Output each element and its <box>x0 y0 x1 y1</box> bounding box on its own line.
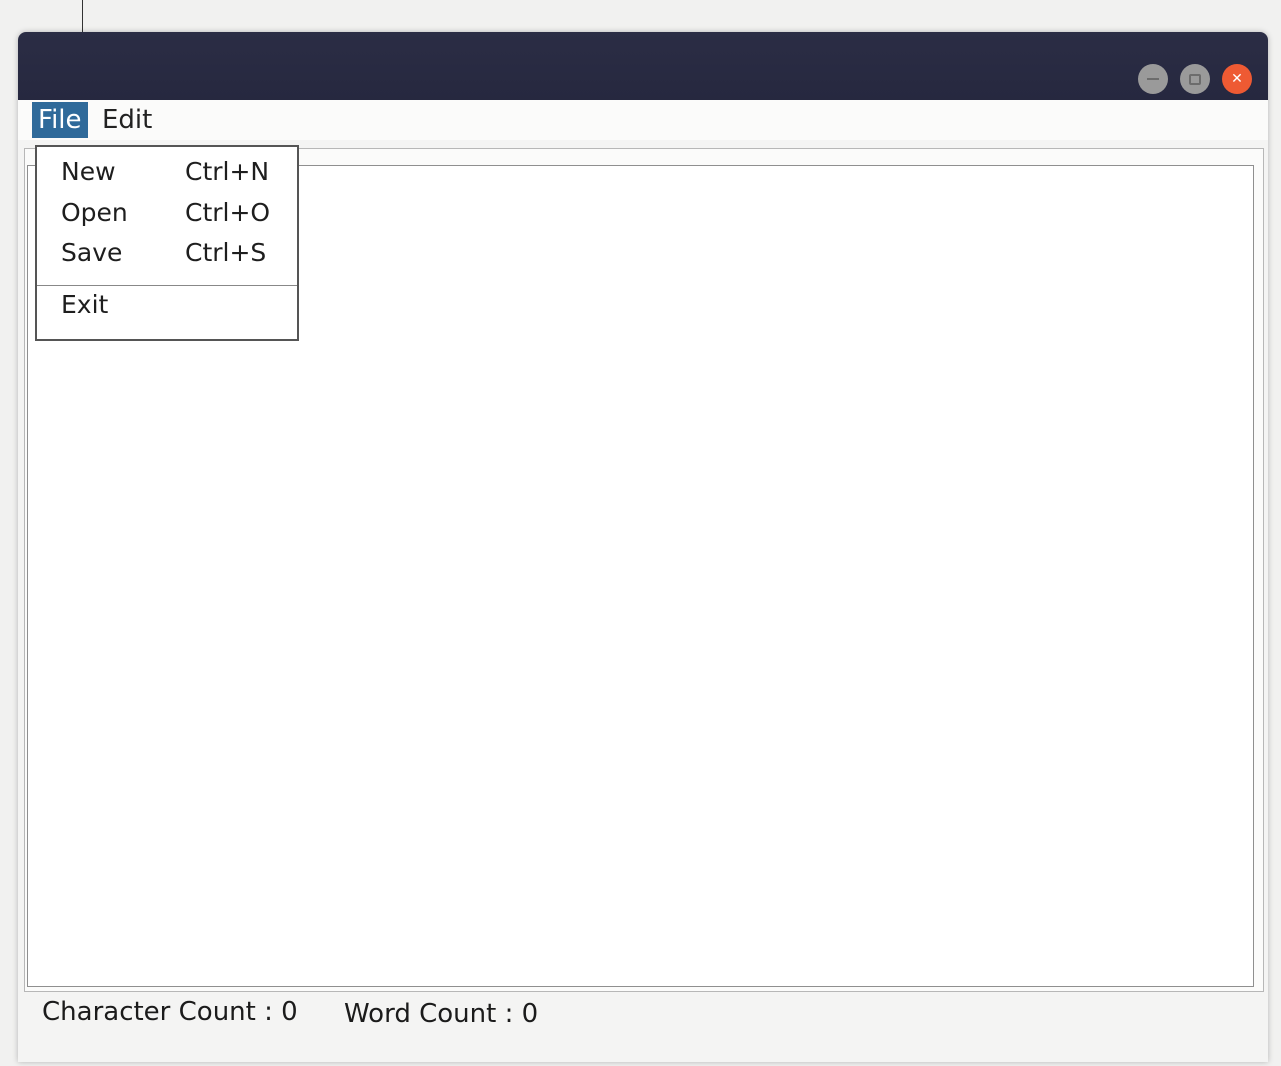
minimize-button[interactable] <box>1138 64 1168 94</box>
word-count-value: 0 <box>521 999 539 1029</box>
menu-item-label: Open <box>61 198 128 227</box>
menu-file[interactable]: File <box>32 102 88 138</box>
menu-item-label: Save <box>61 238 123 267</box>
menu-item-shortcut: Ctrl+N <box>185 157 270 186</box>
menu-item-save[interactable]: Save Ctrl+S <box>37 238 297 276</box>
character-count-status: Character Count : 0 <box>42 997 298 1027</box>
menu-item-shortcut: Ctrl+O <box>185 198 271 227</box>
menu-edit[interactable]: Edit <box>96 102 158 138</box>
menu-bar: File Edit <box>18 100 1268 140</box>
close-button[interactable]: ✕ <box>1222 64 1252 94</box>
word-count-status: Word Count : 0 <box>344 999 538 1029</box>
menu-item-label: Exit <box>61 290 109 319</box>
character-count-value: 0 <box>281 997 298 1027</box>
maximize-button[interactable] <box>1180 64 1210 94</box>
title-bar[interactable]: ✕ <box>18 32 1268 100</box>
menu-item-label: New <box>61 157 116 186</box>
file-menu-dropdown: New Ctrl+N Open Ctrl+O Save Ctrl+S Exit <box>35 145 299 341</box>
character-count-label: Character Count : <box>42 997 273 1027</box>
close-icon: ✕ <box>1231 71 1243 87</box>
maximize-icon <box>1189 73 1201 85</box>
menu-item-open[interactable]: Open Ctrl+O <box>37 198 297 236</box>
minimize-icon <box>1147 78 1159 80</box>
menu-item-shortcut: Ctrl+S <box>185 238 267 267</box>
application-window: ✕ File Edit Character Count : 0 Word Cou… <box>18 32 1268 1062</box>
menu-item-exit[interactable]: Exit <box>37 290 297 328</box>
menu-item-new[interactable]: New Ctrl+N <box>37 157 297 195</box>
menu-separator <box>37 285 297 286</box>
word-count-label: Word Count : <box>344 999 514 1029</box>
